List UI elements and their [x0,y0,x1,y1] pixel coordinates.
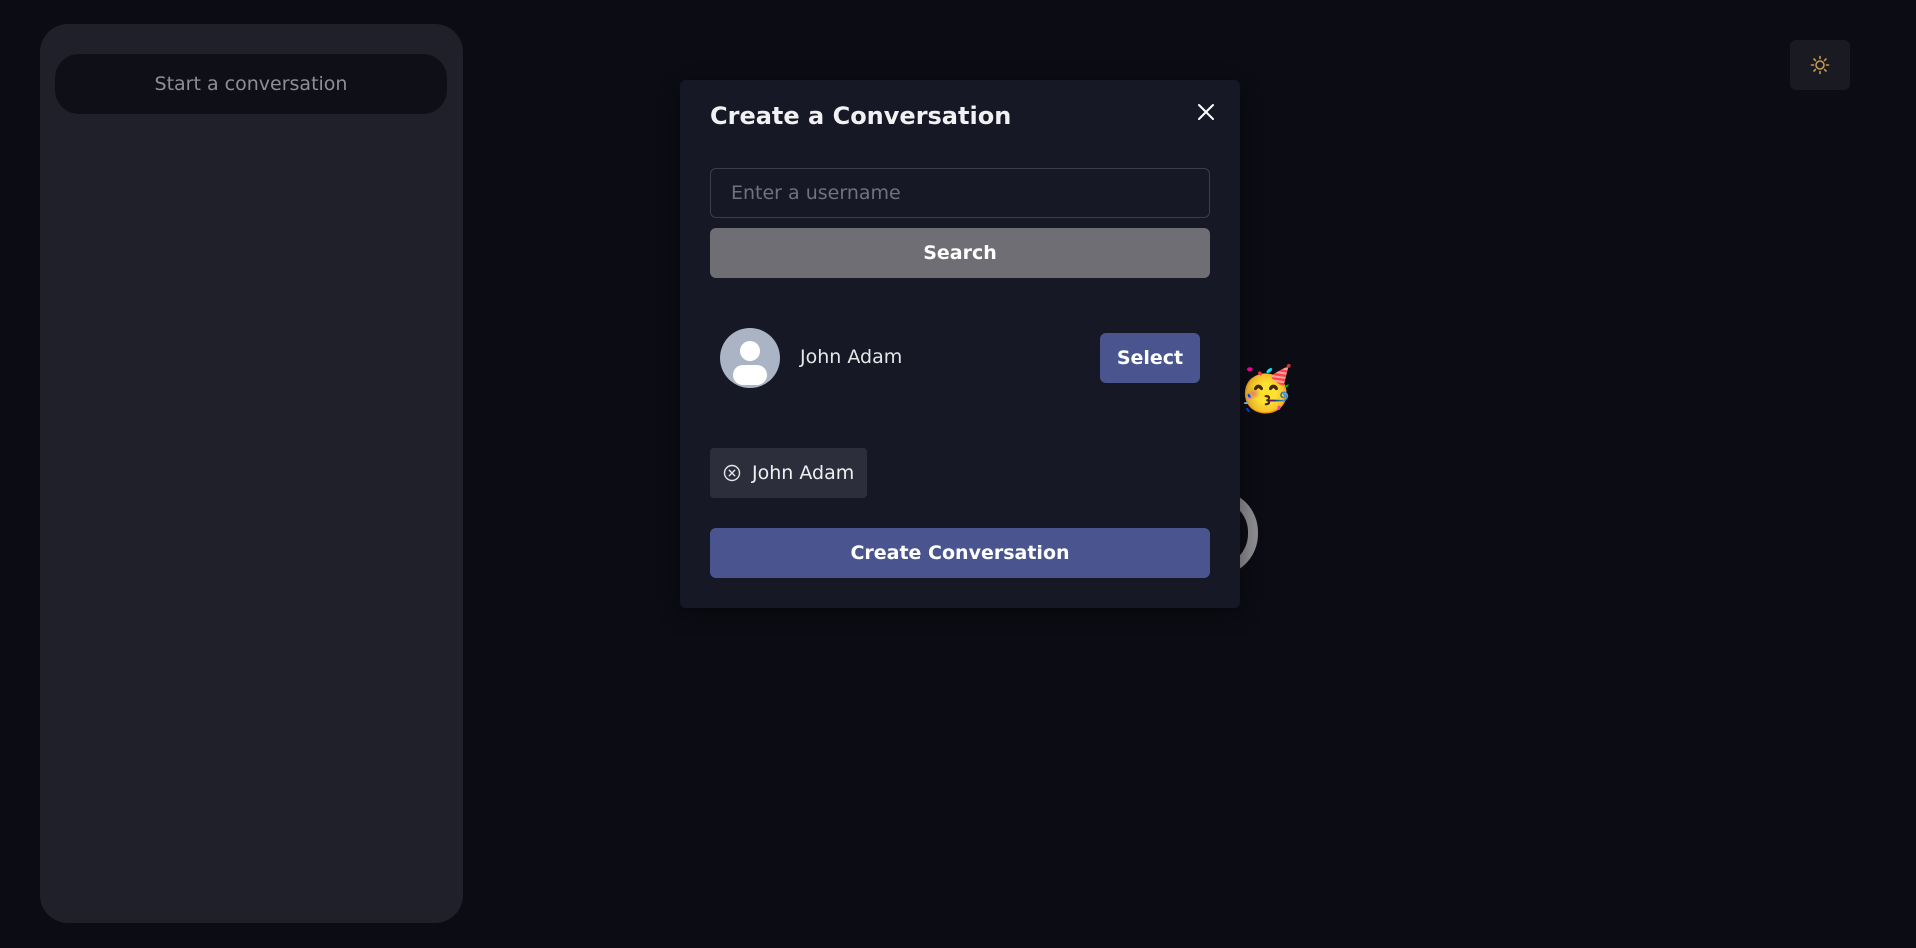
start-conversation-button[interactable]: Start a conversation [55,54,447,114]
result-username: John Adam [800,346,903,368]
circle-x-icon [723,464,741,482]
search-result-row: John Adam Select [720,328,1200,388]
selected-user-name: John Adam [752,462,855,484]
remove-selected-user-button[interactable] [722,463,742,483]
search-button[interactable]: Search [710,228,1210,278]
sun-icon [1810,55,1830,75]
create-conversation-button[interactable]: Create Conversation [710,528,1210,578]
theme-toggle-button[interactable] [1790,40,1850,90]
modal-title: Create a Conversation [710,102,1012,130]
username-search-input[interactable] [710,168,1210,218]
close-icon [1198,104,1214,120]
party-emoji-icon: 🥳 [1238,364,1294,415]
close-button[interactable] [1194,100,1218,124]
selected-user-chip: John Adam [710,448,867,498]
sidebar: Start a conversation [40,24,463,923]
create-conversation-modal: Create a Conversation Search John Adam S… [680,80,1240,608]
user-avatar-icon [720,328,780,388]
select-user-button[interactable]: Select [1100,333,1200,383]
